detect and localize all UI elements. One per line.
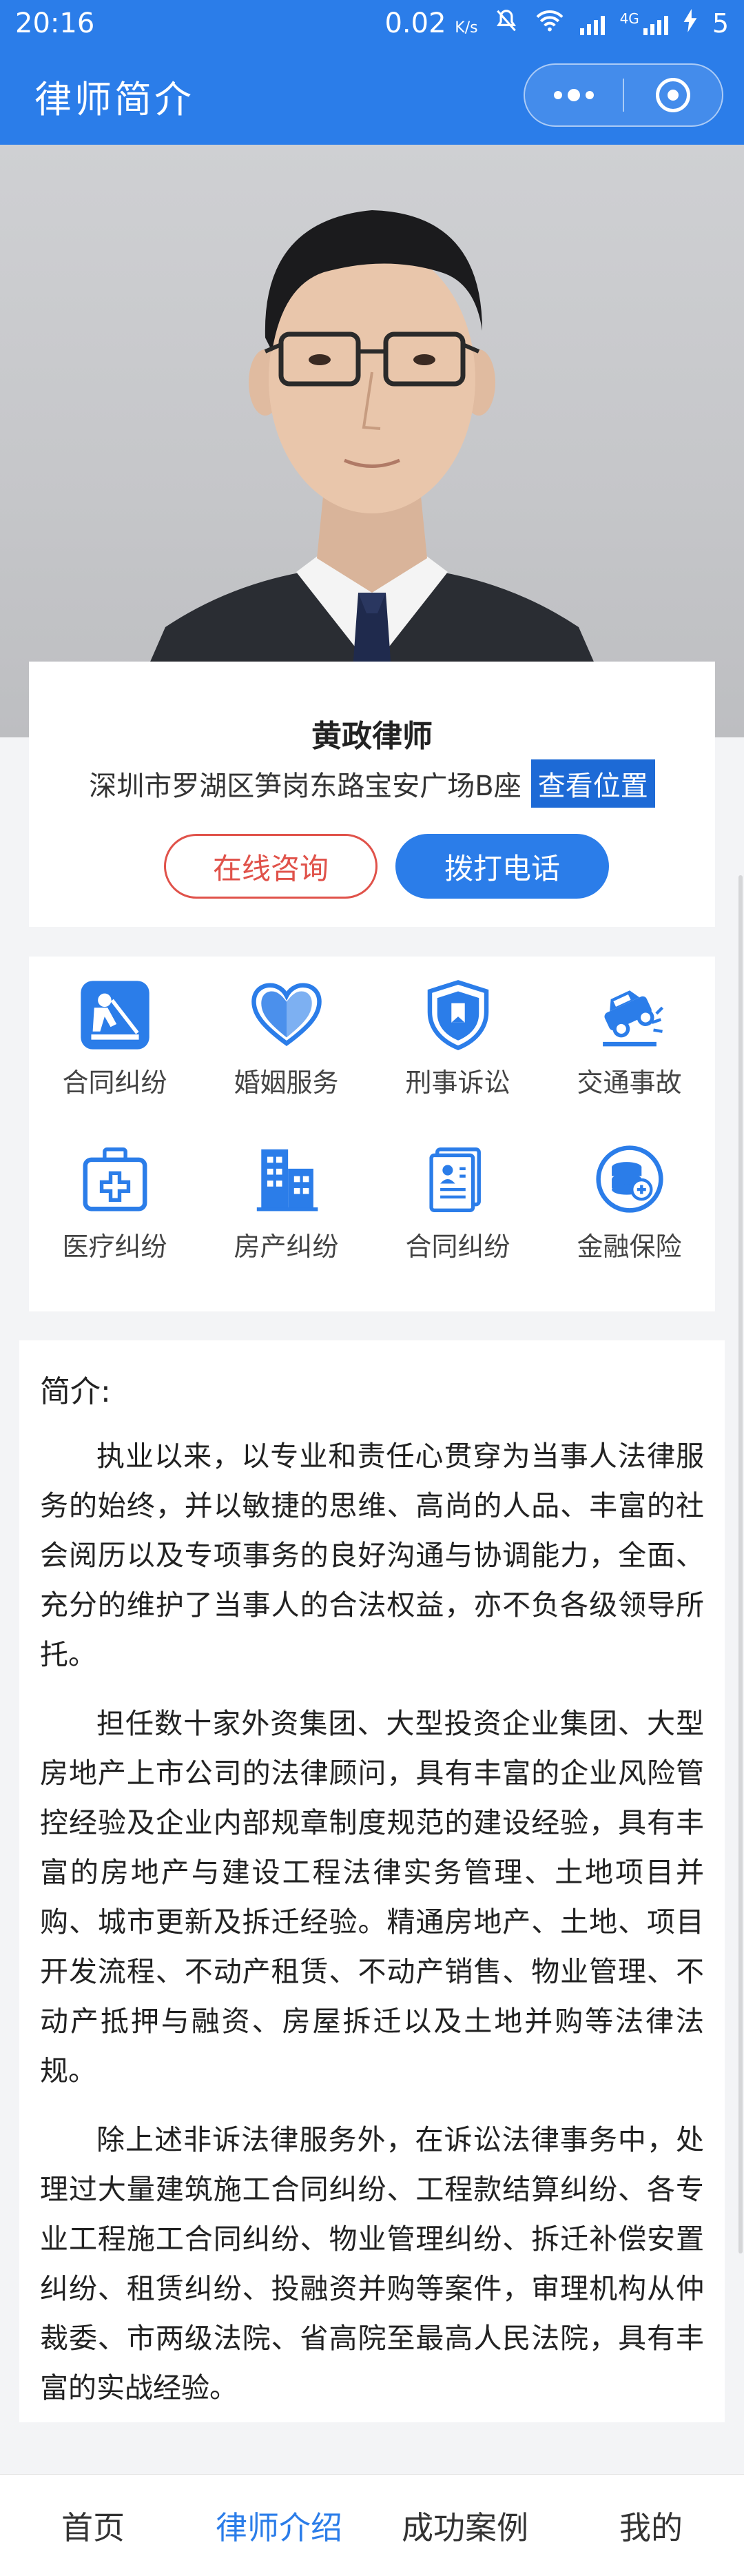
service-label: 合同纠纷 xyxy=(405,1231,510,1262)
battery-level: 5 xyxy=(712,8,729,39)
nav-bar: 律师简介 xyxy=(0,47,744,145)
service-item[interactable]: 合同纠纷 xyxy=(372,1121,544,1279)
network-speed: 0.02 K/s xyxy=(384,8,478,39)
service-item[interactable]: 房产纠纷 xyxy=(200,1121,372,1279)
service-label: 交通事故 xyxy=(577,1067,682,1098)
signal-icon xyxy=(579,12,605,35)
page-title: 律师简介 xyxy=(34,77,194,121)
mute-icon xyxy=(493,8,519,40)
building-icon xyxy=(249,1141,324,1217)
scrollbar[interactable] xyxy=(738,875,743,2253)
service-item[interactable]: 合同纠纷 xyxy=(29,957,200,1115)
charging-icon xyxy=(683,8,697,39)
services-grid: 合同纠纷 婚姻服务 刑事诉讼 交通事故 医疗纠纷 房产纠纷 合同纠纷 金融保险 xyxy=(29,957,715,1311)
wifi-icon xyxy=(535,8,565,39)
tab-success-cases[interactable]: 成功案例 xyxy=(372,2475,558,2576)
call-button[interactable]: 拨打电话 xyxy=(395,834,609,899)
address-row: 深圳市罗湖区笋岗东路宝安广场B座 查看位置 xyxy=(29,759,715,808)
service-item[interactable]: 刑事诉讼 xyxy=(372,957,544,1115)
service-label: 合同纠纷 xyxy=(62,1067,167,1098)
network-type: 4G xyxy=(619,10,639,27)
service-item[interactable]: 医疗纠纷 xyxy=(29,1121,200,1279)
status-bar: 20:16 0.02 K/s 4G 5 xyxy=(0,0,744,47)
tab-bar: 首页 律师介绍 成功案例 我的 xyxy=(0,2474,744,2576)
lawyer-name: 黄政律师 xyxy=(311,719,433,754)
miniprogram-capsule xyxy=(524,63,723,127)
service-label: 金融保险 xyxy=(577,1231,682,1262)
target-icon xyxy=(656,78,690,112)
service-label: 房产纠纷 xyxy=(234,1231,339,1262)
lawyer-address: 深圳市罗湖区笋岗东路宝安广场B座 xyxy=(89,770,521,802)
service-item[interactable]: 婚姻服务 xyxy=(200,957,372,1115)
tab-home[interactable]: 首页 xyxy=(0,2475,186,2576)
more-dots-icon xyxy=(554,89,594,101)
close-miniprogram-button[interactable] xyxy=(624,65,722,125)
service-item[interactable]: 交通事故 xyxy=(544,957,715,1115)
online-consult-button[interactable]: 在线咨询 xyxy=(164,834,378,899)
intro-title: 简介: xyxy=(40,1374,111,1409)
service-item[interactable]: 金融保险 xyxy=(544,1121,715,1279)
intro-paragraph: 担任数十家外资集团、大型投资企业集团、大型房地产上市公司的法律顾问，具有丰富的企… xyxy=(40,1707,704,2087)
service-label: 婚姻服务 xyxy=(234,1067,339,1098)
medical-kit-icon xyxy=(77,1141,153,1217)
more-button[interactable] xyxy=(525,65,623,125)
coins-icon xyxy=(592,1141,668,1217)
car-crash-icon xyxy=(592,977,668,1053)
intro-paragraph: 除上述非诉法律服务外，在诉讼法律事务中，处理过大量建筑施工合同纠纷、工程款结算纠… xyxy=(40,2123,704,2404)
status-time: 20:16 xyxy=(15,8,95,39)
service-label: 刑事诉讼 xyxy=(405,1067,510,1098)
signal-4g-icon xyxy=(643,12,668,35)
lawyer-photo xyxy=(0,145,744,737)
tab-lawyer-intro[interactable]: 律师介绍 xyxy=(186,2475,372,2576)
service-label: 医疗纠纷 xyxy=(62,1231,167,1262)
worker-icon xyxy=(77,977,153,1053)
lawyer-info-card: 黄政律师 深圳市罗湖区笋岗东路宝安广场B座 查看位置 在线咨询 拨打电话 xyxy=(29,662,715,927)
tab-mine[interactable]: 我的 xyxy=(558,2475,744,2576)
intro-section: 简介: 执业以来，以专业和责任心贯穿为当事人法律服务的始终，并以敏捷的思维、高尚… xyxy=(19,1340,725,2422)
intro-paragraph: 执业以来，以专业和责任心贯穿为当事人法律服务的始终，并以敏捷的思维、高尚的人品、… xyxy=(40,1440,704,1671)
document-icon xyxy=(420,1141,496,1217)
view-location-button[interactable]: 查看位置 xyxy=(530,759,655,808)
shield-icon xyxy=(420,977,496,1053)
hearts-icon xyxy=(249,977,324,1053)
